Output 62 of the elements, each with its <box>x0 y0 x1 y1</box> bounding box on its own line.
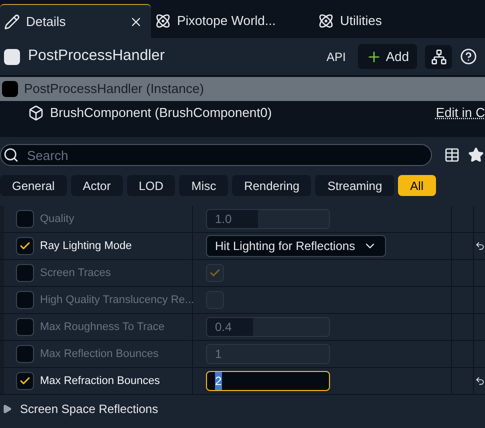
property-label: Ray Lighting Mode <box>40 238 132 254</box>
search-field[interactable]: Search <box>0 144 432 166</box>
reset-icon[interactable] <box>475 241 485 251</box>
property-label: High Quality Translucency Re... <box>40 292 194 308</box>
override-checkbox[interactable] <box>16 345 34 363</box>
component-label: BrushComponent (BrushComponent0) <box>50 104 272 122</box>
expand-triangle-icon <box>2 404 12 414</box>
category-tab[interactable]: General <box>0 175 67 196</box>
check-icon <box>209 267 221 279</box>
override-checkbox[interactable] <box>16 237 34 255</box>
property-label: Max Refraction Bounces <box>40 374 160 389</box>
check-icon <box>19 375 31 387</box>
value-checkbox[interactable] <box>206 264 224 282</box>
tab[interactable]: Pixotope World... <box>151 4 302 38</box>
tab[interactable]: Details <box>0 4 151 38</box>
mode-dropdown[interactable]: Hit Lighting for Reflections <box>206 235 386 257</box>
number-value: 2 <box>215 372 222 390</box>
tab[interactable]: Utilities <box>302 4 453 38</box>
plus-icon <box>366 48 382 64</box>
search-icon <box>3 147 19 163</box>
property-label: Screen Traces <box>40 266 111 281</box>
property-label: Max Roughness To Trace <box>40 320 165 335</box>
pencil-icon <box>4 14 20 30</box>
star-icon[interactable] <box>468 147 484 163</box>
section-header[interactable]: Screen Space Reflections <box>0 395 485 422</box>
category-tab[interactable]: All <box>398 175 436 196</box>
property-label: Quality <box>40 212 74 227</box>
category-tab[interactable]: Streaming <box>315 175 394 196</box>
category-tab[interactable]: Actor <box>70 175 123 196</box>
override-checkbox[interactable] <box>16 291 34 309</box>
atom-icon <box>155 13 171 29</box>
tab-label: Pixotope World... <box>177 12 276 30</box>
cube-icon <box>28 105 44 121</box>
category-tab[interactable]: Rendering <box>232 175 312 196</box>
section-label: Screen Space Reflections <box>20 400 158 418</box>
reset-icon[interactable] <box>475 376 485 386</box>
slider-field[interactable]: 0.4 <box>206 317 330 337</box>
hierarchy-button[interactable] <box>425 44 452 68</box>
tab-label: Details <box>26 12 66 31</box>
slider-field[interactable]: 1.0 <box>206 209 330 229</box>
edit-link[interactable]: Edit in C <box>436 103 485 123</box>
number-field[interactable]: 2 <box>206 371 330 391</box>
slider-value: 1.0 <box>214 211 232 228</box>
category-tab[interactable]: LOD <box>126 175 176 196</box>
api-link[interactable]: API <box>326 48 346 66</box>
category-tab[interactable]: Misc <box>179 175 228 196</box>
atom-icon <box>318 13 334 29</box>
hierarchy-icon <box>430 48 446 64</box>
check-icon <box>19 240 31 252</box>
number-value: 1 <box>215 346 222 363</box>
slider-value: 0.4 <box>214 319 232 336</box>
override-checkbox[interactable] <box>16 210 34 228</box>
help-icon[interactable] <box>460 48 477 65</box>
component-label: PostProcessHandler (Instance) <box>24 80 204 98</box>
override-checkbox[interactable] <box>16 372 34 390</box>
actor-title: PostProcessHandler <box>28 46 165 66</box>
override-checkbox[interactable] <box>16 318 34 336</box>
property-label: Max Reflection Bounces <box>40 346 159 362</box>
add-button[interactable]: Add <box>358 44 417 69</box>
table-view-icon[interactable] <box>444 147 460 163</box>
override-checkbox[interactable] <box>16 264 34 282</box>
tab-label: Utilities <box>340 12 382 30</box>
